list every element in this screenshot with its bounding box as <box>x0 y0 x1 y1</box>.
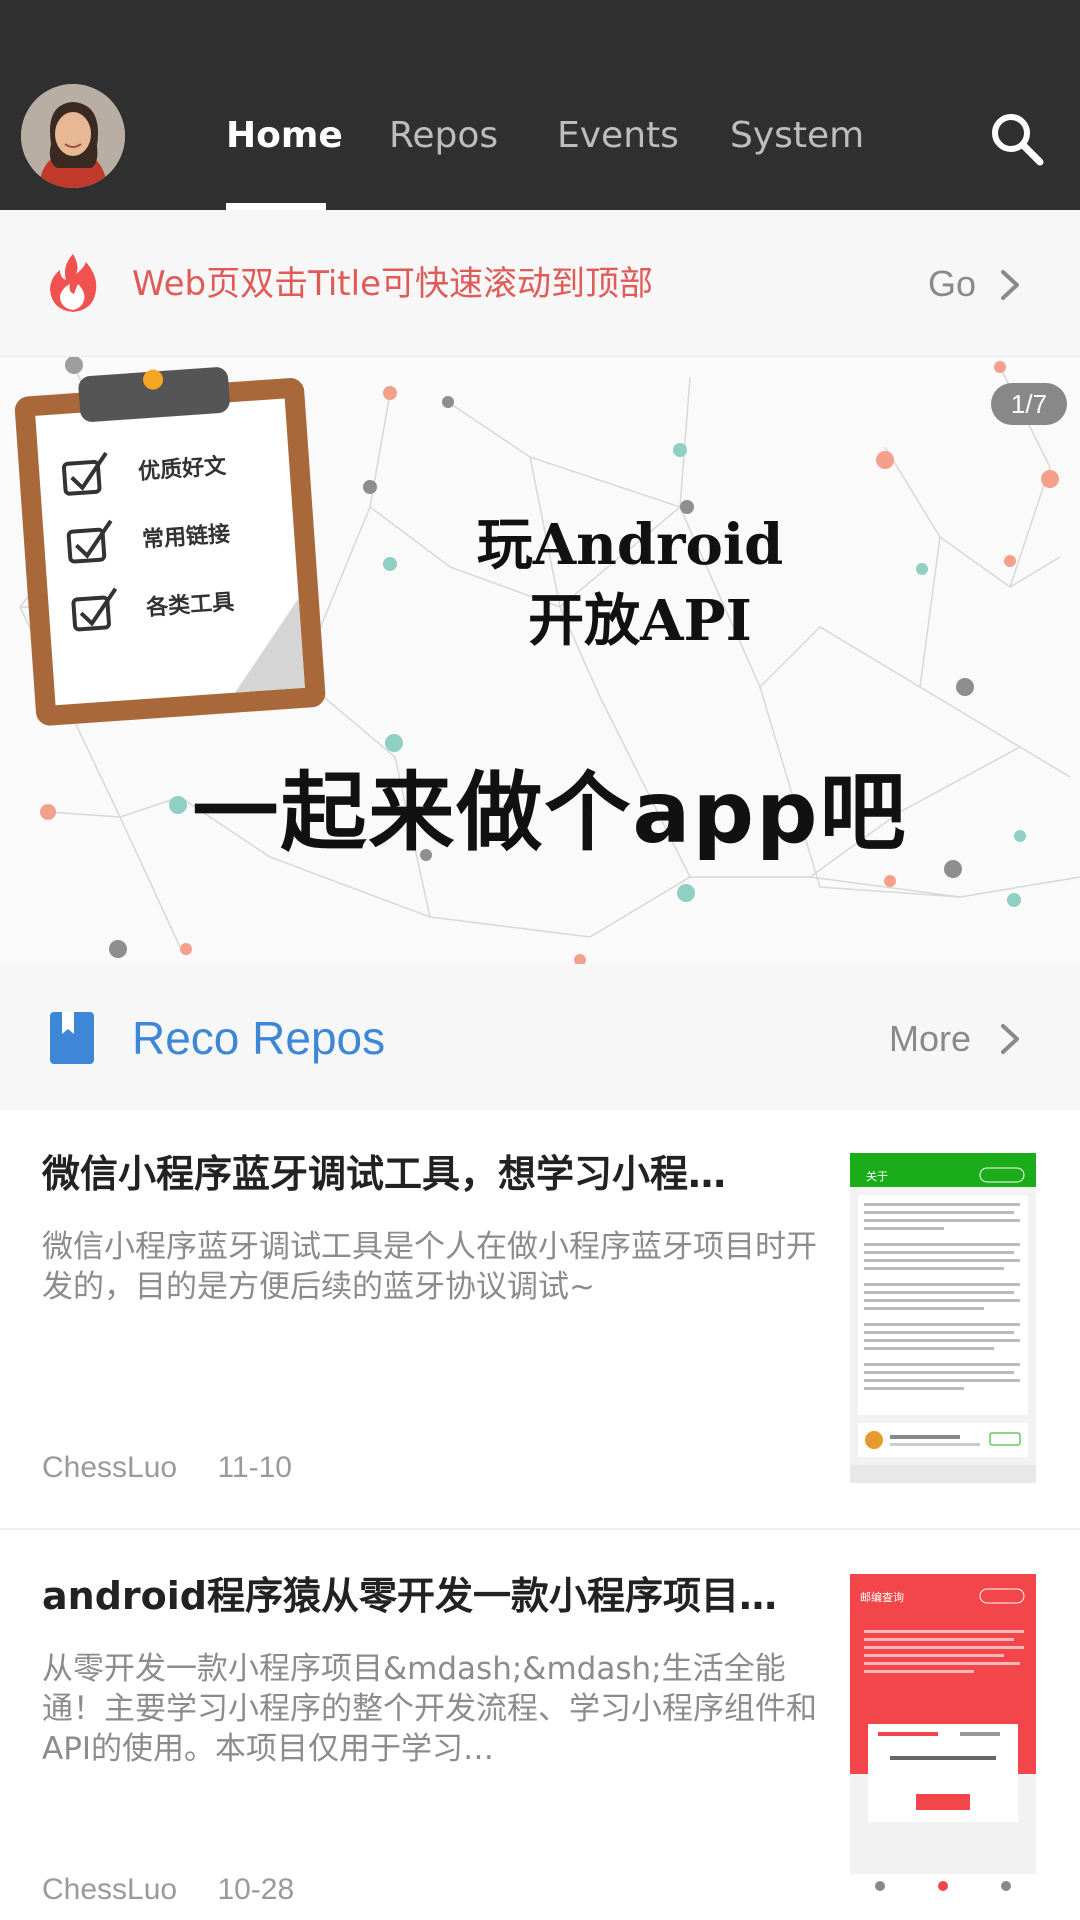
checklist-item: 优质好文 <box>137 453 227 486</box>
repo-thumbnail[interactable]: 关于 <box>850 1153 1036 1483</box>
chevron-right-icon <box>1001 1024 1019 1054</box>
banner-title-line1: 玩Android <box>476 512 784 578</box>
repo-meta: ChessLuo 10-28 <box>42 1870 326 1910</box>
repo-author: ChessLuo <box>42 1451 178 1484</box>
repo-description: 微信小程序蓝牙调试工具是个人在做小程序蓝牙项目时开发的，目的是方便后续的蓝牙协议… <box>42 1229 817 1305</box>
tab-system[interactable]: System <box>730 112 864 160</box>
top-tabs: Home Repos Events System <box>0 0 1080 210</box>
carousel-banner[interactable] <box>0 357 1080 964</box>
repo-description: 从零开发一款小程序项目&mdash;&mdash;生活全能通！主要学习小程序的整… <box>42 1651 817 1767</box>
search-icon <box>992 114 1044 166</box>
repo-date: 11-10 <box>217 1451 292 1484</box>
tab-events[interactable]: Events <box>557 112 679 160</box>
search-button[interactable] <box>988 110 1046 168</box>
more-button[interactable]: More <box>889 1016 971 1062</box>
active-tab-indicator <box>226 203 326 210</box>
banner-title-line2: 开放API <box>528 588 752 654</box>
repo-date: 10-28 <box>217 1873 295 1906</box>
carousel-page-indicator: 1/7 <box>991 383 1067 425</box>
checklist-item: 各类工具 <box>145 589 235 622</box>
repo-author: ChessLuo <box>42 1873 178 1906</box>
go-button[interactable]: Go <box>928 262 976 306</box>
tab-home[interactable]: Home <box>226 112 343 160</box>
tip-text: Web页双击Title可快速滚动到顶部 <box>132 264 653 304</box>
chevron-right-icon <box>1001 270 1019 300</box>
section-title: Reco Repos <box>132 1012 386 1064</box>
repo-title[interactable]: android程序猿从零开发一款小程序项目… <box>42 1568 802 1624</box>
repo-title[interactable]: 微信小程序蓝牙调试工具，想学习小程… <box>42 1146 802 1202</box>
network-background <box>14 357 1080 964</box>
flame-icon <box>48 252 98 314</box>
thumb-header: 关于 <box>866 1169 888 1183</box>
tab-repos[interactable]: Repos <box>389 112 498 160</box>
repo-thumbnail[interactable]: 邮编查询 <box>850 1574 1036 1910</box>
checklist-item: 常用链接 <box>141 521 231 554</box>
bookmark-icon <box>50 1012 94 1064</box>
thumb-header: 邮编查询 <box>860 1590 904 1604</box>
banner-slogan: 一起来做个app吧 <box>192 763 908 863</box>
repo-meta: ChessLuo 11-10 <box>42 1448 324 1488</box>
